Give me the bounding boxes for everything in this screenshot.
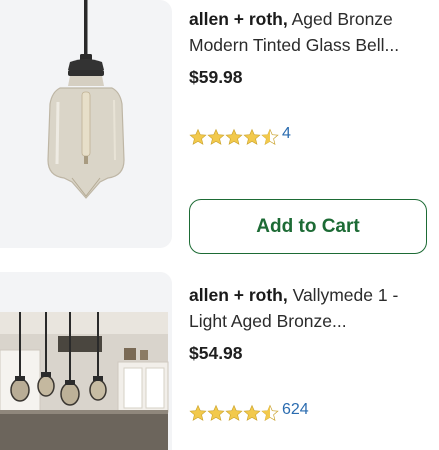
- product-price: $54.98: [189, 343, 243, 363]
- pendant-light-image: [47, 0, 125, 199]
- product-card[interactable]: allen + roth, Aged Bronze Modern Tinted …: [0, 0, 439, 260]
- kitchen-pendant-photo: [0, 272, 172, 450]
- star-full-icon: [207, 404, 225, 421]
- product-image[interactable]: [0, 0, 172, 248]
- product-rating[interactable]: 624: [189, 401, 309, 422]
- product-image[interactable]: [0, 272, 172, 450]
- add-to-cart-button[interactable]: Add to Cart: [189, 199, 427, 254]
- star-half-icon: [261, 128, 279, 145]
- star-full-icon: [207, 128, 225, 145]
- product-title[interactable]: allen + roth, Aged Bronze Modern Tinted …: [189, 6, 434, 58]
- product-brand: allen + roth,: [189, 9, 288, 29]
- product-brand: allen + roth,: [189, 285, 288, 305]
- star-full-icon: [189, 128, 207, 145]
- product-info: allen + roth, Vallymede 1 - Light Aged B…: [189, 272, 434, 421]
- product-price: $59.98: [189, 67, 243, 87]
- product-card[interactable]: allen + roth, Vallymede 1 - Light Aged B…: [0, 272, 439, 450]
- star-full-icon: [225, 128, 243, 145]
- review-count-link[interactable]: 4: [282, 125, 291, 143]
- star-full-icon: [189, 404, 207, 421]
- rating-stars: [189, 128, 279, 146]
- rating-stars: [189, 404, 279, 422]
- star-half-icon: [261, 404, 279, 421]
- star-full-icon: [225, 404, 243, 421]
- product-rating[interactable]: 4: [189, 125, 291, 146]
- product-title[interactable]: allen + roth, Vallymede 1 - Light Aged B…: [189, 282, 434, 334]
- product-info: allen + roth, Aged Bronze Modern Tinted …: [189, 0, 434, 254]
- review-count-link[interactable]: 624: [282, 401, 309, 419]
- star-full-icon: [243, 128, 261, 145]
- star-full-icon: [243, 404, 261, 421]
